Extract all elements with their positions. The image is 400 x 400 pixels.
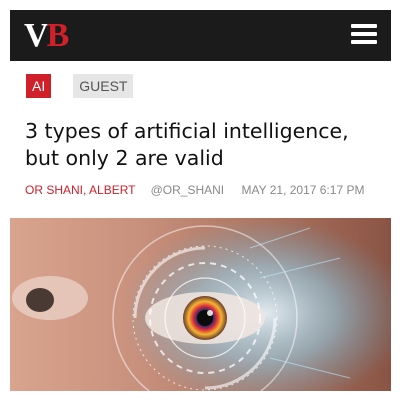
hero-image xyxy=(10,218,391,391)
tag-ai[interactable]: AI xyxy=(26,74,52,98)
logo-letter-b: B xyxy=(46,17,70,54)
tag-guest[interactable]: GUEST xyxy=(73,74,134,98)
article-title: 3 types of artificial intelligence, but … xyxy=(25,119,349,170)
site-logo[interactable]: VB xyxy=(24,16,70,56)
article-page: VB AI GUEST 3 types of artificial intell… xyxy=(10,10,391,391)
publish-date: MAY 21, 2017 6:17 PM xyxy=(241,183,365,197)
byline: OR SHANI, ALBERT @OR_SHANI MAY 21, 2017 … xyxy=(25,182,364,198)
author-link[interactable]: OR SHANI, ALBERT xyxy=(25,183,135,197)
logo-letter-v: V xyxy=(24,17,49,54)
top-bar: VB xyxy=(10,10,391,61)
menu-line xyxy=(351,24,377,28)
menu-line xyxy=(351,40,377,44)
twitter-handle[interactable]: @OR_SHANI xyxy=(151,183,225,197)
menu-line xyxy=(351,32,377,36)
category-tags: AI GUEST xyxy=(26,74,134,98)
hamburger-menu-icon[interactable] xyxy=(351,23,377,45)
